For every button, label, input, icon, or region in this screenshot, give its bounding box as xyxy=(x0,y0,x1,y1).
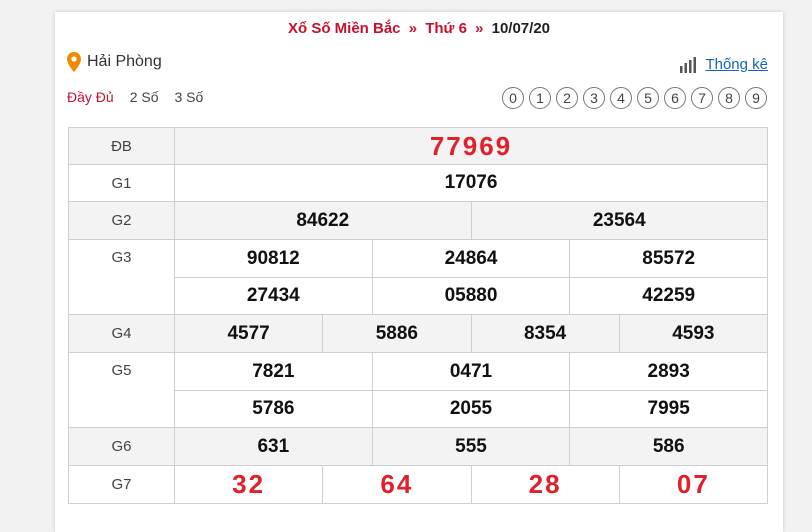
prize-number-line: 90812 24864 85572 xyxy=(175,240,767,277)
prize-number-line: 27434 05880 42259 xyxy=(175,277,767,314)
prize-numbers-g2: 84622 23564 xyxy=(174,201,768,240)
prize-numbers-g7: 32 64 28 07 xyxy=(174,465,768,504)
region-link[interactable]: Xổ Số Miền Bắc xyxy=(288,20,401,37)
digit-button-7[interactable]: 7 xyxy=(691,87,713,109)
prize-number: 631 xyxy=(257,435,290,457)
results-card: Xổ Số Miền Bắc » Thứ 6 » 10/07/20 Hải Ph… xyxy=(55,12,783,532)
prize-label: ĐB xyxy=(68,127,175,165)
weekday-link[interactable]: Thứ 6 xyxy=(425,20,467,37)
prize-number: 7821 xyxy=(252,360,295,382)
prize-row-g2: G2 84622 23564 xyxy=(68,201,768,240)
prize-number: 2893 xyxy=(569,353,767,390)
prize-number: 32 xyxy=(232,469,266,499)
tab-3-digits[interactable]: 3 Số xyxy=(175,89,204,105)
digit-button-3[interactable]: 3 xyxy=(583,87,605,109)
location: Hải Phòng xyxy=(67,52,162,72)
prize-label: G6 xyxy=(68,427,175,466)
breadcrumb-separator: » xyxy=(475,20,484,37)
digit-filter: 0 1 2 3 4 5 6 7 8 9 xyxy=(497,87,767,109)
prize-number: 84622 xyxy=(296,209,350,231)
prize-row-g1: G1 17076 xyxy=(68,164,768,202)
prize-label: G7 xyxy=(68,465,175,504)
digit-button-4[interactable]: 4 xyxy=(610,87,632,109)
prize-row-g3: G3 90812 24864 85572 27434 05880 42259 xyxy=(68,239,768,315)
digit-button-2[interactable]: 2 xyxy=(556,87,578,109)
breadcrumb-separator: » xyxy=(408,20,418,37)
prize-number: 4593 xyxy=(618,315,767,352)
prize-number: 07 xyxy=(618,466,767,503)
digit-button-9[interactable]: 9 xyxy=(745,87,767,109)
prize-number: 4577 xyxy=(227,322,270,344)
prize-number: 23564 xyxy=(470,202,768,239)
prize-number: 64 xyxy=(322,466,470,503)
prize-number: 555 xyxy=(371,428,570,465)
prize-number: 17076 xyxy=(174,164,768,202)
prize-label: G2 xyxy=(68,201,175,240)
prize-number: 28 xyxy=(470,466,619,503)
results-header: Xổ Số Miền Bắc » Thứ 6 » 10/07/20 xyxy=(55,18,783,40)
prize-number: 85572 xyxy=(569,240,767,277)
prize-number: 24864 xyxy=(371,240,570,277)
stats-link[interactable]: Thống kê xyxy=(705,56,768,73)
prize-number-line: 84622 23564 xyxy=(175,202,767,239)
digit-button-1[interactable]: 1 xyxy=(529,87,551,109)
digit-button-8[interactable]: 8 xyxy=(718,87,740,109)
prize-number-line: 631 555 586 xyxy=(175,428,767,465)
prize-number-line: 4577 5886 8354 4593 xyxy=(175,315,767,352)
prize-row-g7: G7 32 64 28 07 xyxy=(68,465,768,504)
prize-number-line: 7821 0471 2893 xyxy=(175,353,767,390)
prize-row-g5: G5 7821 0471 2893 5786 2055 7995 xyxy=(68,352,768,428)
prize-number: 5886 xyxy=(322,315,470,352)
prize-numbers-g3: 90812 24864 85572 27434 05880 42259 xyxy=(174,239,768,315)
prize-number: 42259 xyxy=(569,278,767,314)
prize-label: G5 xyxy=(68,352,175,428)
location-name: Hải Phòng xyxy=(87,53,162,70)
prize-label: G1 xyxy=(68,164,175,202)
prize-number-line: 32 64 28 07 xyxy=(175,466,767,503)
prize-row-db: ĐB 77969 xyxy=(68,127,768,165)
bar-chart-icon xyxy=(680,56,697,73)
display-mode-tabs: Đầy Đủ 2 Số 3 Số xyxy=(67,89,219,105)
prize-number-line: 5786 2055 7995 xyxy=(175,390,767,427)
prize-numbers-g4: 4577 5886 8354 4593 xyxy=(174,314,768,353)
draw-date: 10/07/20 xyxy=(491,20,550,37)
digit-button-6[interactable]: 6 xyxy=(664,87,686,109)
results-table: ĐB 77969 G1 17076 G2 84622 23564 G3 9081… xyxy=(68,127,768,504)
prize-number: 7995 xyxy=(569,391,767,427)
digit-button-0[interactable]: 0 xyxy=(502,87,524,109)
prize-number: 05880 xyxy=(371,278,570,314)
prize-number: 8354 xyxy=(470,315,619,352)
prize-row-g4: G4 4577 5886 8354 4593 xyxy=(68,314,768,353)
stats-link-group[interactable]: Thống kê xyxy=(679,56,768,73)
prize-numbers-g5: 7821 0471 2893 5786 2055 7995 xyxy=(174,352,768,428)
prize-row-g6: G6 631 555 586 xyxy=(68,427,768,466)
tab-full[interactable]: Đầy Đủ xyxy=(67,89,114,105)
prize-number: 2055 xyxy=(371,391,570,427)
prize-number: 90812 xyxy=(246,247,300,269)
prize-number: 27434 xyxy=(246,285,300,306)
prize-number: 5786 xyxy=(252,398,295,419)
digit-button-5[interactable]: 5 xyxy=(637,87,659,109)
tab-2-digits[interactable]: 2 Số xyxy=(130,89,159,105)
prize-number: 0471 xyxy=(371,353,570,390)
special-prize-number: 77969 xyxy=(174,127,768,165)
prize-number: 586 xyxy=(569,428,767,465)
map-pin-icon xyxy=(67,52,81,72)
prize-numbers-g6: 631 555 586 xyxy=(174,427,768,466)
prize-label: G4 xyxy=(68,314,175,353)
prize-label: G3 xyxy=(68,239,175,315)
